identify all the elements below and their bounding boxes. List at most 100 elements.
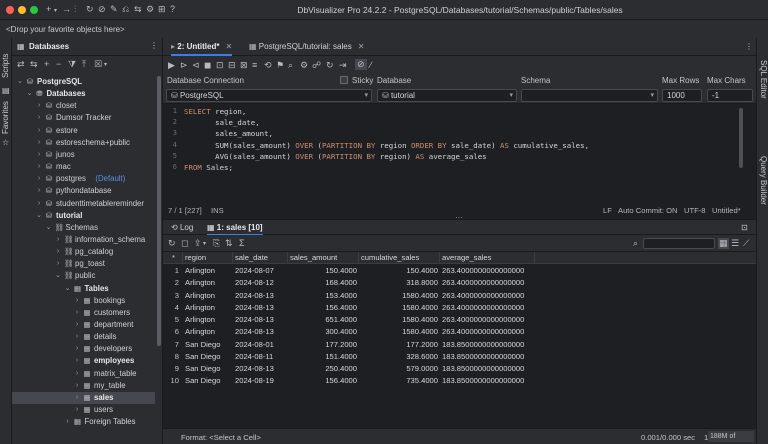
export-icon[interactable]: ⇪ (194, 238, 202, 249)
disconnect-icon[interactable]: ⇆ (134, 4, 142, 15)
refresh-icon[interactable]: ↻ (86, 4, 94, 15)
table-cell[interactable]: Arlington (185, 265, 231, 277)
chevron-right-icon[interactable]: › (73, 295, 81, 307)
sum-icon[interactable]: Σ (239, 238, 245, 248)
table-cell[interactable]: San Diego (185, 339, 231, 351)
favorites-bar[interactable]: <Drop your favorite objects here> (0, 20, 768, 38)
table-row[interactable]: 6 Arlington 2024-08-13 300.4000 1580.4000 263… (163, 326, 756, 338)
execute-icon[interactable]: ▶ (168, 60, 175, 71)
column-header-sale-date[interactable]: sale_date (233, 252, 288, 264)
find-icon[interactable]: ⌕ (288, 60, 293, 71)
chevron-right-icon[interactable]: › (73, 355, 81, 367)
code-line[interactable]: SUM(sales_amount) OVER (PARTITION BY reg… (184, 141, 589, 150)
sort-icon[interactable]: ⇅ (225, 238, 233, 249)
table-row[interactable]: 5 Arlington 2024-08-13 651.4000 1580.4000 263… (163, 314, 756, 326)
tree-item-tutorial[interactable]: ⌄ ⛁ tutorial (12, 210, 155, 222)
encoding[interactable]: UTF-8 (684, 206, 706, 215)
chevron-right-icon[interactable]: › (73, 368, 81, 380)
disconnect-icon[interactable]: ⇆ (30, 59, 38, 70)
chevron-right-icon[interactable]: › (35, 137, 43, 149)
chart-view-icon[interactable]: ⟋ (743, 238, 749, 249)
chevron-right-icon[interactable]: › (64, 416, 72, 428)
collapse-icon[interactable]: ⤒ (82, 59, 86, 70)
row-number[interactable]: 2 (163, 277, 181, 289)
table-cell[interactable]: 2024-08-13 (235, 363, 286, 375)
grid-corner[interactable]: * (163, 252, 183, 264)
help-icon[interactable]: ? (170, 4, 175, 14)
table-cell[interactable]: 2024-08-19 (235, 375, 286, 387)
table-row[interactable]: 7 San Diego 2024-08-01 177.2000 177.2000 183.… (163, 339, 756, 351)
tree-item-databases[interactable]: ⌄ ⛃ Databases (12, 88, 155, 100)
row-number[interactable]: 9 (163, 363, 181, 375)
table-cell[interactable]: 168.4000 (290, 277, 357, 289)
chevron-right-icon[interactable]: › (73, 331, 81, 343)
table-cell[interactable]: San Diego (185, 363, 231, 375)
table-cell[interactable]: 735.4000 (361, 375, 438, 387)
code-line[interactable]: SELECT region, (184, 107, 246, 116)
table-cell[interactable]: 177.2000 (361, 339, 438, 351)
table-cell[interactable]: 156.4000 (290, 375, 357, 387)
query-builder-tool-tab[interactable]: Query Builder (759, 156, 768, 205)
chevron-right-icon[interactable]: › (35, 112, 43, 124)
chevron-right-icon[interactable]: › (35, 185, 43, 197)
table-cell[interactable]: 263.4000000000000000 (442, 302, 533, 314)
stop-icon[interactable]: ◻ (181, 238, 188, 249)
sticky-checkbox[interactable] (340, 76, 348, 84)
table-cell[interactable]: 328.6000 (361, 351, 438, 363)
view-options-icon[interactable]: ☒ (94, 59, 102, 70)
table-row[interactable]: 9 San Diego 2024-08-13 250.4000 579.0000 183.… (163, 363, 756, 375)
chevron-right-icon[interactable]: › (73, 319, 81, 331)
db-connection-select[interactable]: ⛁ PostgreSQL ▾ (166, 89, 372, 102)
insert-icon[interactable]: ☍ (312, 60, 321, 71)
table-cell[interactable]: Arlington (185, 302, 231, 314)
sidebar-scrollbar[interactable] (157, 76, 161, 346)
close-icon[interactable]: ✕ (358, 42, 365, 51)
table-row[interactable]: 2 Arlington 2024-08-12 168.4000 318.8000 263.… (163, 277, 756, 289)
table-row[interactable]: 8 San Diego 2024-08-11 151.4000 328.6000 183.… (163, 351, 756, 363)
chevron-right-icon[interactable]: › (35, 125, 43, 137)
tree-item-postgresql[interactable]: ⌄ ⛁ PostgreSQL (12, 76, 155, 88)
schema-select[interactable]: ▾ (521, 89, 658, 102)
refresh-icon[interactable]: ↻ (326, 60, 334, 71)
table-cell[interactable]: 2024-08-01 (235, 339, 286, 351)
results-grid[interactable]: * region sale_date sales_amount cumulative_s… (163, 252, 756, 428)
table-cell[interactable]: 183.8500000000000000 (442, 351, 533, 363)
tree-item-customers[interactable]: › ▦ customers (12, 307, 155, 319)
tree-item-closet[interactable]: › ⛁ closet (12, 100, 155, 112)
tab-untitled[interactable]: ▸ 2: Untitled* ✕ (171, 38, 233, 56)
table-row[interactable]: 10 San Diego 2024-08-19 156.4000 735.4000 183… (163, 375, 756, 387)
table-cell[interactable]: 2024-08-07 (235, 265, 286, 277)
chevron-down-icon[interactable]: ⌄ (16, 76, 24, 88)
table-cell[interactable]: 1580.4000 (361, 290, 438, 302)
chevron-down-icon[interactable]: ⌄ (54, 270, 62, 282)
table-cell[interactable]: 177.2000 (290, 339, 357, 351)
search-icon[interactable]: ⌕ (633, 238, 638, 249)
auto-commit-status[interactable]: Auto Commit: ON (618, 206, 678, 215)
add-icon[interactable]: + (46, 4, 51, 14)
row-number[interactable]: 5 (163, 314, 181, 326)
scripts-icon[interactable]: ▤ (2, 86, 10, 95)
table-cell[interactable]: 2024-08-13 (235, 326, 286, 338)
tree-item-bookings[interactable]: › ▦ bookings (12, 295, 155, 307)
indent-icon[interactable]: ⇥ (339, 60, 347, 71)
delete-icon[interactable]: − (56, 59, 61, 69)
table-cell[interactable]: Arlington (185, 290, 231, 302)
connection-icon[interactable]: ⎌ (122, 4, 129, 15)
star-icon[interactable]: ☆ (2, 138, 9, 147)
close-icon[interactable]: ✕ (225, 42, 232, 51)
tree-item-users[interactable]: › ▦ users (12, 404, 155, 416)
minimize-window-button[interactable] (18, 6, 26, 14)
table-cell[interactable]: 153.4000 (290, 290, 357, 302)
table-cell[interactable]: 263.4000000000000000 (442, 265, 533, 277)
tree-item-junos[interactable]: › ⛁ junos (12, 149, 155, 161)
settings-icon[interactable]: ⚙ (300, 60, 308, 71)
table-cell[interactable]: 150.4000 (290, 265, 357, 277)
results-search-input[interactable] (643, 238, 715, 249)
chevron-right-icon[interactable]: › (54, 258, 62, 270)
code-line[interactable]: sales_amount, (184, 129, 273, 138)
row-number[interactable]: 4 (163, 302, 181, 314)
filter-icon[interactable]: ⧩ (68, 59, 76, 70)
tree-item-public[interactable]: ⌄ ⛓ public (12, 270, 155, 282)
tabs-menu-icon[interactable]: ⋮ (745, 42, 753, 51)
tree-item-estoreschema-public[interactable]: › ⛁ estoreschema+public (12, 137, 155, 149)
